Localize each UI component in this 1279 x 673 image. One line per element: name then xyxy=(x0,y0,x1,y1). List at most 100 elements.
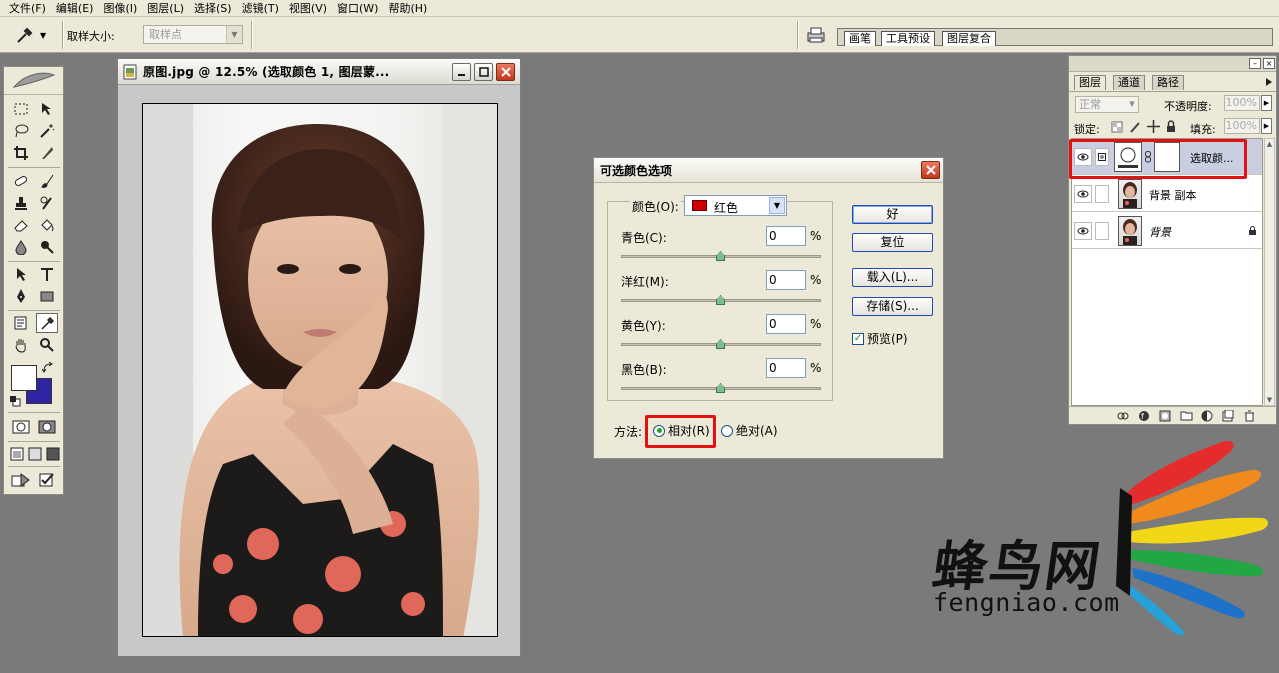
edit-in-imageready-button[interactable] xyxy=(36,470,58,490)
method-absolute-radio[interactable]: 绝对(A) xyxy=(721,422,778,439)
pen-tool[interactable] xyxy=(10,286,32,306)
menu-filter[interactable]: 滤镜(T) xyxy=(237,0,284,17)
dialog-title-bar[interactable]: 可选颜色选项 xyxy=(594,158,943,183)
screen-mode-full[interactable] xyxy=(44,444,62,464)
shape-tool[interactable] xyxy=(36,286,58,306)
reset-button[interactable]: 复位 xyxy=(852,233,933,252)
crop-tool[interactable] xyxy=(10,143,32,163)
lock-all-icon[interactable] xyxy=(1165,120,1177,133)
hand-tool[interactable] xyxy=(10,335,32,355)
lock-transparency-icon[interactable] xyxy=(1111,121,1123,133)
layer-row-selective-color[interactable]: 选取颜... xyxy=(1072,139,1262,175)
minimize-button[interactable] xyxy=(452,63,471,81)
dodge-tool[interactable] xyxy=(36,237,58,257)
menu-image[interactable]: 图像(I) xyxy=(98,0,142,17)
preview-checkbox[interactable]: ✓ 预览(P) xyxy=(852,330,908,347)
marquee-tool[interactable] xyxy=(10,99,32,119)
opacity-slider-toggle[interactable]: ▶ xyxy=(1261,95,1272,111)
load-button[interactable]: 载入(L)... xyxy=(852,268,933,287)
default-colors-icon[interactable] xyxy=(9,395,21,407)
jump-to-imageready-button[interactable] xyxy=(10,470,32,490)
eraser-tool[interactable] xyxy=(10,215,32,235)
magic-wand-tool[interactable] xyxy=(36,121,58,141)
eye-icon[interactable] xyxy=(1074,185,1092,203)
menu-view[interactable]: 视图(V) xyxy=(284,0,332,17)
tool-preset-picker[interactable]: ▼ xyxy=(14,24,58,46)
trash-icon[interactable] xyxy=(1242,410,1256,422)
document-canvas-photo[interactable] xyxy=(142,103,498,637)
well-tab-layer-comps[interactable]: 图层复合 xyxy=(942,31,996,46)
screen-mode-standard[interactable] xyxy=(8,444,26,464)
standard-mode-button[interactable] xyxy=(10,417,32,437)
yellow-input[interactable]: 0 xyxy=(766,314,806,334)
lock-brush-icon[interactable] xyxy=(1129,121,1141,133)
colors-select[interactable]: 红色 ▼ xyxy=(684,195,787,216)
lock-position-icon[interactable] xyxy=(1147,120,1160,133)
eye-icon[interactable] xyxy=(1074,222,1092,240)
blur-tool[interactable] xyxy=(10,237,32,257)
scroll-up-icon[interactable]: ▲ xyxy=(1265,139,1274,149)
healing-brush-tool[interactable] xyxy=(10,171,32,191)
foreground-color-swatch[interactable] xyxy=(11,365,37,391)
lasso-tool[interactable] xyxy=(10,121,32,141)
scroll-down-icon[interactable]: ▼ xyxy=(1265,395,1274,405)
notes-tool[interactable] xyxy=(10,313,32,333)
menu-select[interactable]: 选择(S) xyxy=(189,0,237,17)
palette-close-button[interactable]: × xyxy=(1263,58,1275,69)
zoom-tool[interactable] xyxy=(36,335,58,355)
layer-row-background[interactable]: 背景 xyxy=(1072,213,1262,249)
cyan-input[interactable]: 0 xyxy=(766,226,806,246)
black-input[interactable]: 0 xyxy=(766,358,806,378)
menu-edit[interactable]: 编辑(E) xyxy=(51,0,99,17)
clone-stamp-tool[interactable] xyxy=(10,193,32,213)
layer-mask-thumbnail[interactable] xyxy=(1154,142,1180,172)
chain-link-icon[interactable] xyxy=(1145,151,1151,163)
menu-file[interactable]: 文件(F) xyxy=(4,0,51,17)
quick-mask-button[interactable] xyxy=(36,417,58,437)
method-relative-radio[interactable]: 相对(R) xyxy=(653,422,710,439)
menu-window[interactable]: 窗口(W) xyxy=(332,0,383,17)
layer-thumbnail-background[interactable] xyxy=(1118,216,1142,246)
layer-link-cell[interactable] xyxy=(1095,222,1109,240)
tab-channels[interactable]: 通道 xyxy=(1113,75,1145,90)
maximize-button[interactable] xyxy=(474,63,493,81)
magenta-input[interactable]: 0 xyxy=(766,270,806,290)
opacity-input[interactable]: 100% xyxy=(1224,95,1260,111)
type-tool[interactable] xyxy=(36,264,58,284)
save-button[interactable]: 存储(S)... xyxy=(852,297,933,316)
add-layer-style-icon[interactable]: f xyxy=(1137,410,1151,422)
layer-link-cell[interactable] xyxy=(1095,185,1109,203)
move-tool[interactable] xyxy=(36,99,58,119)
tab-layers[interactable]: 图层 xyxy=(1074,75,1106,90)
tab-paths[interactable]: 路径 xyxy=(1152,75,1184,90)
eyedropper-tool[interactable] xyxy=(36,313,58,333)
menu-help[interactable]: 帮助(H) xyxy=(383,0,432,17)
adjustment-thumbnail[interactable] xyxy=(1114,142,1142,172)
add-mask-icon[interactable] xyxy=(1158,410,1172,422)
blend-mode-select[interactable]: 正常 ▼ xyxy=(1075,96,1139,113)
palette-menu-arrow-icon[interactable] xyxy=(1265,77,1273,87)
new-adjustment-layer-icon[interactable] xyxy=(1200,410,1214,422)
sample-size-select[interactable]: 取样点 ▼ xyxy=(143,25,243,44)
screen-mode-full-menu[interactable] xyxy=(26,444,44,464)
path-selection-tool[interactable] xyxy=(10,264,32,284)
new-layer-icon[interactable] xyxy=(1221,409,1235,422)
fill-slider-toggle[interactable]: ▶ xyxy=(1261,118,1272,134)
palette-title-bar[interactable] xyxy=(1069,56,1276,72)
layer-list-scrollbar[interactable]: ▲ ▼ xyxy=(1264,138,1275,406)
link-layers-icon[interactable] xyxy=(1116,410,1130,422)
palette-minimize-button[interactable]: – xyxy=(1249,58,1261,69)
layer-thumbnail-background-copy[interactable] xyxy=(1118,179,1142,209)
fill-input[interactable]: 100% xyxy=(1224,118,1260,134)
new-group-icon[interactable] xyxy=(1179,410,1193,422)
dialog-close-button[interactable] xyxy=(921,161,940,179)
layer-row-background-copy[interactable]: 背景 副本 xyxy=(1072,176,1262,212)
paint-bucket-tool[interactable] xyxy=(36,215,58,235)
ok-button[interactable]: 好 xyxy=(852,205,933,224)
file-browser-icon[interactable] xyxy=(805,26,827,44)
layer-mask-indicator[interactable] xyxy=(1095,148,1109,166)
eye-icon[interactable] xyxy=(1074,148,1092,166)
well-tab-brushes[interactable]: 画笔 xyxy=(844,31,876,46)
document-window[interactable]: 原图.jpg @ 12.5% (选取颜色 1, 图层蒙... xyxy=(117,58,521,657)
close-button[interactable] xyxy=(496,63,515,81)
